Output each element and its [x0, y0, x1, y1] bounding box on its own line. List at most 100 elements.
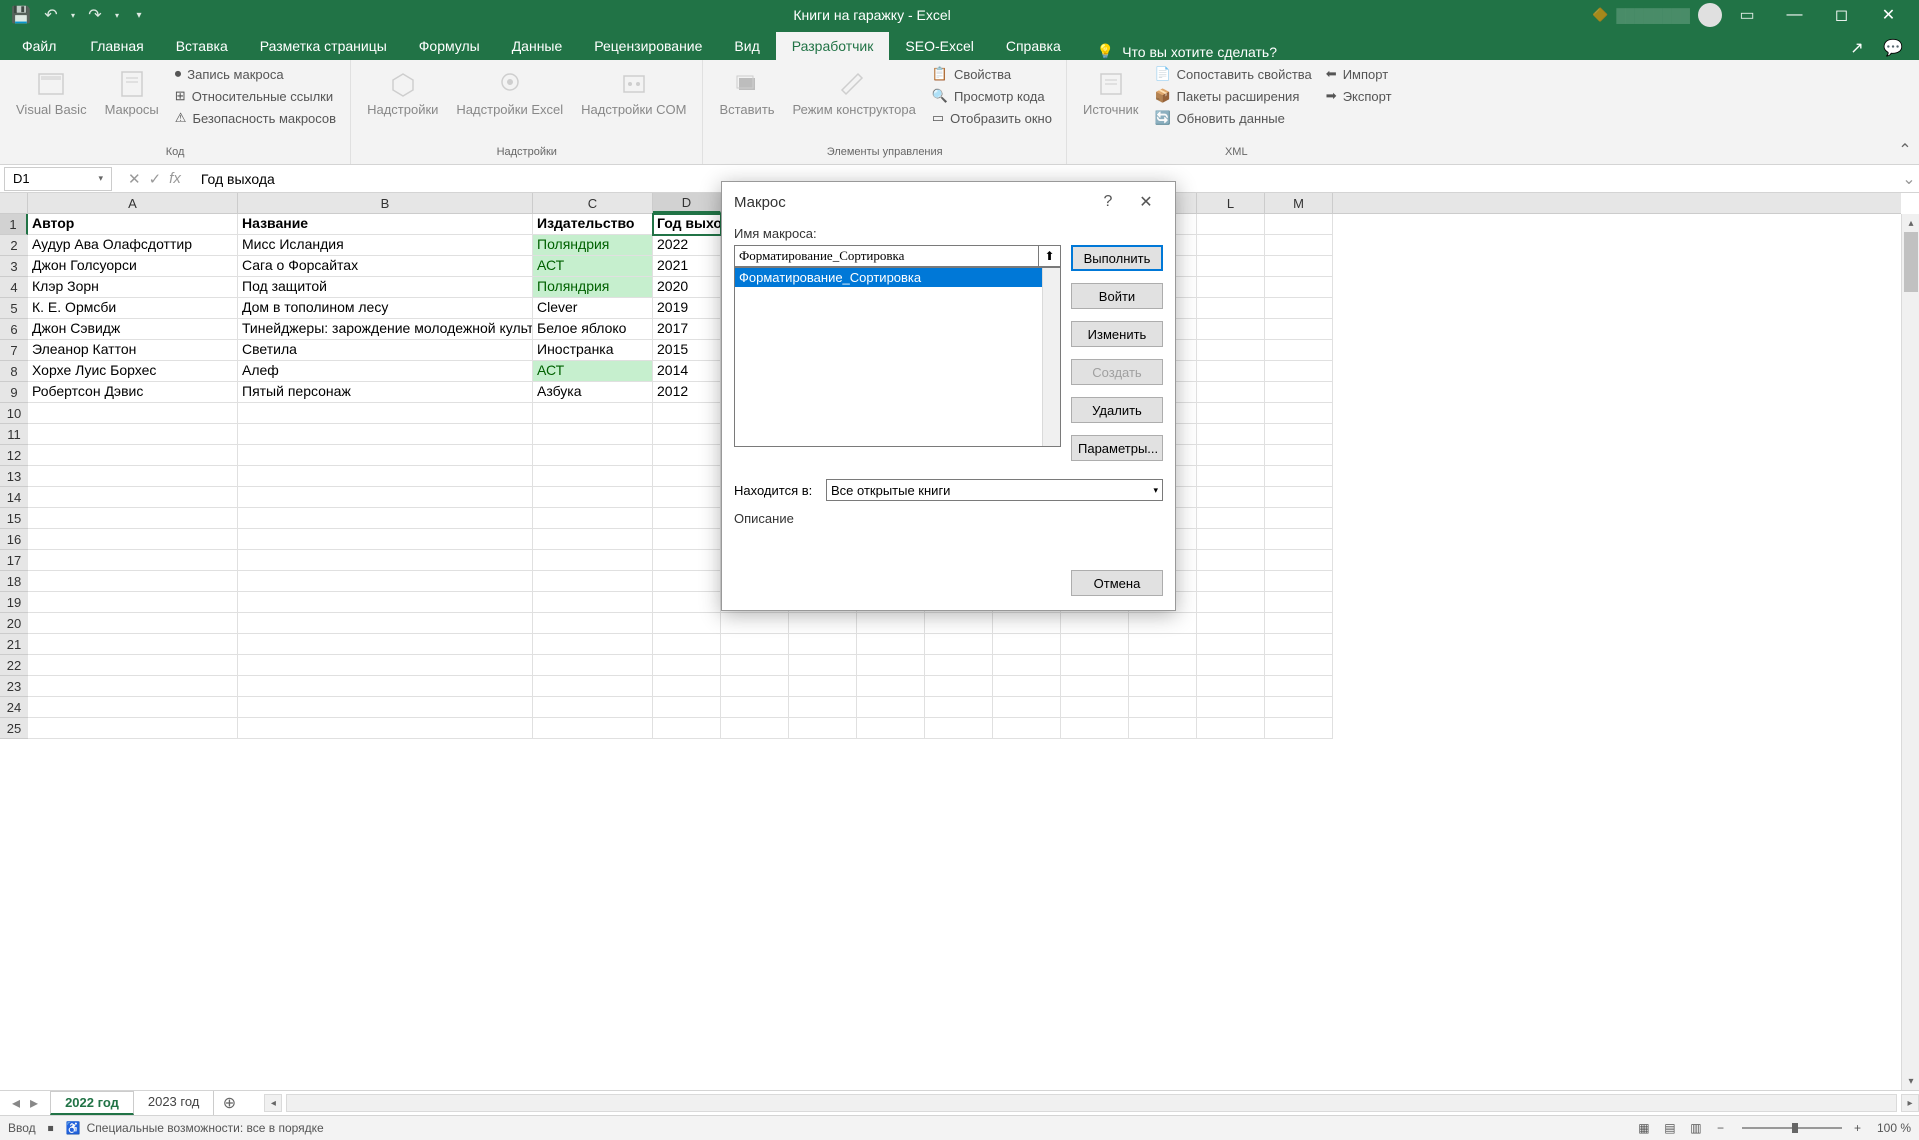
cell-H20[interactable] [925, 613, 993, 634]
xml-source-button[interactable]: Источник [1075, 64, 1147, 121]
scroll-down-icon[interactable]: ▾ [1902, 1072, 1919, 1090]
cell-C13[interactable] [533, 466, 653, 487]
macro-security-button[interactable]: ⚠Безопасность макросов [169, 108, 342, 128]
cell-A8[interactable]: Хорхе Луис Борхес [28, 361, 238, 382]
cell-D7[interactable]: 2015 [653, 340, 721, 361]
cell-B25[interactable] [238, 718, 533, 739]
cell-C19[interactable] [533, 592, 653, 613]
cell-M17[interactable] [1265, 550, 1333, 571]
visual-basic-button[interactable]: Visual Basic [8, 64, 95, 121]
row-header-1[interactable]: 1 [0, 214, 28, 235]
cell-L25[interactable] [1197, 718, 1265, 739]
cell-A23[interactable] [28, 676, 238, 697]
cell-C9[interactable]: Азбука [533, 382, 653, 403]
cell-F21[interactable] [789, 634, 857, 655]
location-select[interactable]: Все открытые книги ▾ [826, 479, 1163, 501]
cell-A20[interactable] [28, 613, 238, 634]
cell-D25[interactable] [653, 718, 721, 739]
macro-name-ref-icon[interactable]: ⬆ [1039, 245, 1061, 267]
expansion-button[interactable]: 📦Пакеты расширения [1148, 86, 1317, 106]
cell-A21[interactable] [28, 634, 238, 655]
cell-H24[interactable] [925, 697, 993, 718]
macro-rec-icon[interactable]: ⏹ [48, 1121, 54, 1136]
cell-L15[interactable] [1197, 508, 1265, 529]
cell-D9[interactable]: 2012 [653, 382, 721, 403]
cell-L5[interactable] [1197, 298, 1265, 319]
row-header-4[interactable]: 4 [0, 277, 28, 298]
cell-F25[interactable] [789, 718, 857, 739]
cell-M14[interactable] [1265, 487, 1333, 508]
cell-A16[interactable] [28, 529, 238, 550]
cell-L13[interactable] [1197, 466, 1265, 487]
cell-F23[interactable] [789, 676, 857, 697]
cell-M16[interactable] [1265, 529, 1333, 550]
cell-L8[interactable] [1197, 361, 1265, 382]
cell-F20[interactable] [789, 613, 857, 634]
horizontal-scrollbar[interactable]: ◂ ▸ [264, 1094, 1919, 1112]
row-header-18[interactable]: 18 [0, 571, 28, 592]
ribbon-tab-0[interactable]: Главная [74, 32, 159, 60]
cell-K25[interactable] [1129, 718, 1197, 739]
cell-M23[interactable] [1265, 676, 1333, 697]
ribbon-tab-1[interactable]: Вставка [160, 32, 244, 60]
cell-I25[interactable] [993, 718, 1061, 739]
cell-B19[interactable] [238, 592, 533, 613]
vertical-scrollbar[interactable]: ▴ ▾ [1901, 214, 1919, 1090]
properties-button[interactable]: 📋Свойства [926, 64, 1058, 84]
col-header-B[interactable]: B [238, 193, 533, 213]
row-header-20[interactable]: 20 [0, 613, 28, 634]
row-header-8[interactable]: 8 [0, 361, 28, 382]
col-header-C[interactable]: C [533, 193, 653, 213]
cell-D15[interactable] [653, 508, 721, 529]
cell-L22[interactable] [1197, 655, 1265, 676]
cell-C6[interactable]: Белое яблоко [533, 319, 653, 340]
ribbon-tab-9[interactable]: Справка [990, 32, 1077, 60]
refresh-button[interactable]: 🔄Обновить данные [1148, 108, 1317, 128]
ribbon-tab-3[interactable]: Формулы [403, 32, 496, 60]
cell-D21[interactable] [653, 634, 721, 655]
sheet-first-icon[interactable]: ◂ [8, 1093, 24, 1113]
cell-L9[interactable] [1197, 382, 1265, 403]
cell-B7[interactable]: Светила [238, 340, 533, 361]
cell-M24[interactable] [1265, 697, 1333, 718]
close-icon[interactable]: ✕ [1866, 1, 1911, 29]
hscroll-track[interactable] [286, 1094, 1897, 1112]
record-macro-button[interactable]: ⏺Запись макроса [169, 64, 342, 84]
col-header-D[interactable]: D [653, 193, 721, 213]
row-header-11[interactable]: 11 [0, 424, 28, 445]
cell-A19[interactable] [28, 592, 238, 613]
cell-M10[interactable] [1265, 403, 1333, 424]
cell-C16[interactable] [533, 529, 653, 550]
cell-B10[interactable] [238, 403, 533, 424]
cell-B8[interactable]: Алеф [238, 361, 533, 382]
ribbon-tab-8[interactable]: SEO-Excel [889, 32, 989, 60]
ribbon-tab-6[interactable]: Вид [718, 32, 775, 60]
cell-M19[interactable] [1265, 592, 1333, 613]
cell-K24[interactable] [1129, 697, 1197, 718]
row-header-21[interactable]: 21 [0, 634, 28, 655]
cell-D11[interactable] [653, 424, 721, 445]
row-header-7[interactable]: 7 [0, 340, 28, 361]
row-header-6[interactable]: 6 [0, 319, 28, 340]
row-header-2[interactable]: 2 [0, 235, 28, 256]
cell-H22[interactable] [925, 655, 993, 676]
cell-A3[interactable]: Джон Голсуорси [28, 256, 238, 277]
cell-L24[interactable] [1197, 697, 1265, 718]
ribbon-display-icon[interactable]: ▭ [1734, 2, 1760, 28]
cell-C22[interactable] [533, 655, 653, 676]
cell-L18[interactable] [1197, 571, 1265, 592]
cell-C7[interactable]: Иностранка [533, 340, 653, 361]
cell-B15[interactable] [238, 508, 533, 529]
view-code-button[interactable]: 🔍Просмотр кода [926, 86, 1058, 106]
cell-B23[interactable] [238, 676, 533, 697]
cell-D14[interactable] [653, 487, 721, 508]
cell-D16[interactable] [653, 529, 721, 550]
cell-D19[interactable] [653, 592, 721, 613]
sheet-last-icon[interactable]: ▸ [26, 1093, 42, 1113]
dialog-close-icon[interactable]: ✕ [1129, 187, 1163, 217]
cell-D20[interactable] [653, 613, 721, 634]
cell-A5[interactable]: К. Е. Ормсби [28, 298, 238, 319]
delete-button[interactable]: Удалить [1071, 397, 1163, 423]
cell-M21[interactable] [1265, 634, 1333, 655]
cell-B11[interactable] [238, 424, 533, 445]
